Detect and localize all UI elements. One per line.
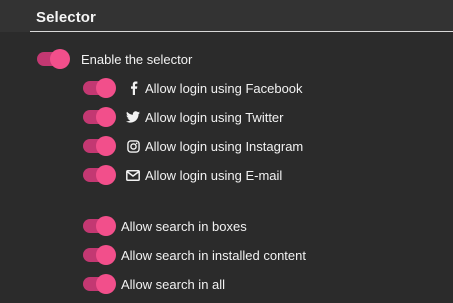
- login-facebook-label: Allow login using Facebook: [145, 80, 303, 96]
- search-installed-toggle[interactable]: [83, 245, 116, 265]
- toggle-knob: [96, 216, 116, 236]
- instagram-icon: [126, 139, 140, 153]
- search-boxes-label: Allow search in boxes: [121, 218, 247, 234]
- toggle-knob: [96, 78, 116, 98]
- search-all-toggle[interactable]: [83, 274, 116, 294]
- login-twitter-label: Allow login using Twitter: [145, 109, 284, 125]
- login-email-toggle[interactable]: [83, 165, 116, 185]
- toggle-knob: [96, 245, 116, 265]
- toggle-knob: [96, 136, 116, 156]
- setting-login-twitter[interactable]: Allow login using Twitter: [83, 107, 284, 127]
- toggle-knob: [50, 49, 70, 69]
- login-twitter-toggle[interactable]: [83, 107, 116, 127]
- setting-search-all[interactable]: Allow search in all: [83, 274, 225, 294]
- enable-selector-label: Enable the selector: [81, 51, 193, 67]
- panel-header: Selector: [0, 0, 453, 32]
- twitter-icon: [126, 110, 140, 124]
- title-divider: [30, 31, 453, 32]
- login-instagram-toggle[interactable]: [83, 136, 116, 156]
- setting-login-instagram[interactable]: Allow login using Instagram: [83, 136, 303, 156]
- login-email-label: Allow login using E-mail: [145, 167, 283, 183]
- login-facebook-toggle[interactable]: [83, 78, 116, 98]
- enable-selector-toggle[interactable]: [37, 49, 70, 69]
- search-all-label: Allow search in all: [121, 276, 226, 292]
- search-boxes-toggle[interactable]: [83, 216, 116, 236]
- search-installed-label: Allow search in installed content: [121, 247, 306, 263]
- setting-login-email[interactable]: Allow login using E-mail: [83, 165, 282, 185]
- panel-title: Selector: [36, 9, 96, 26]
- envelope-icon: [126, 168, 140, 182]
- toggle-knob: [96, 165, 116, 185]
- setting-enable-selector[interactable]: Enable the selector: [37, 49, 192, 69]
- login-instagram-label: Allow login using Instagram: [145, 138, 304, 154]
- toggle-knob: [96, 107, 116, 127]
- toggle-knob: [96, 274, 116, 294]
- setting-search-installed[interactable]: Allow search in installed content: [83, 245, 306, 265]
- selector-panel: Selector Enable the selector Allow login…: [0, 0, 453, 303]
- facebook-icon: [126, 81, 140, 95]
- setting-login-facebook[interactable]: Allow login using Facebook: [83, 78, 303, 98]
- setting-search-boxes[interactable]: Allow search in boxes: [83, 216, 247, 236]
